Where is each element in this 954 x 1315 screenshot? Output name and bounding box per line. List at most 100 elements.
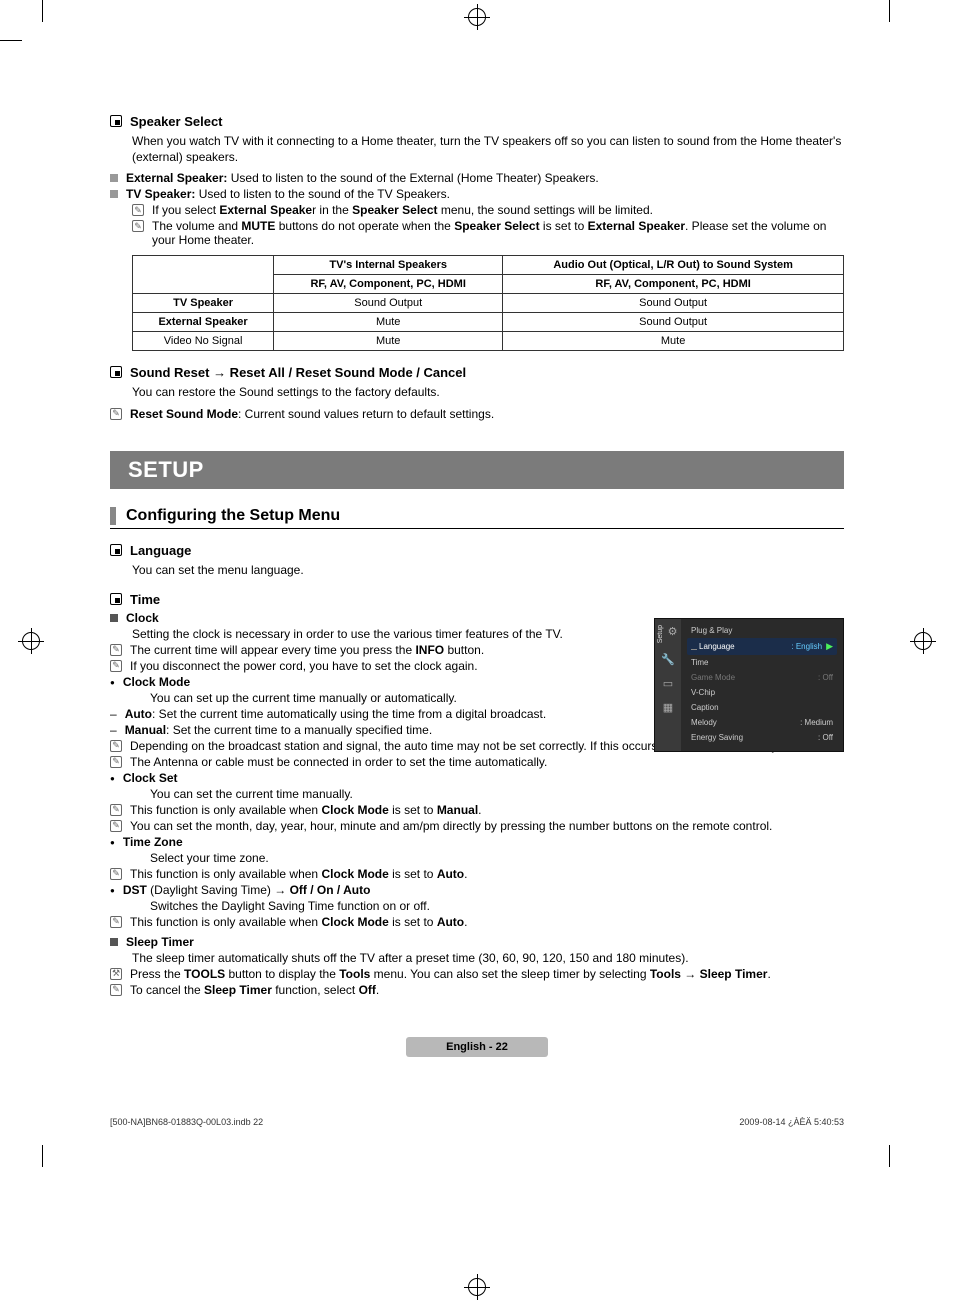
td: Mute xyxy=(274,332,503,351)
note-line: ✎ If you select External Speaker in the … xyxy=(132,203,844,217)
setup-banner: SETUP xyxy=(110,451,844,489)
text: Clock Set xyxy=(123,771,178,785)
title-text: Speaker Select xyxy=(130,114,223,129)
note-icon: ✎ xyxy=(110,984,122,996)
arrow-right-icon: ▶ xyxy=(822,641,833,652)
square-marker-icon xyxy=(110,544,122,556)
note-icon: ✎ xyxy=(132,204,144,216)
heading-sound-reset: Sound Reset → Reset All / Reset Sound Mo… xyxy=(110,365,844,380)
registration-mark-icon xyxy=(468,1278,486,1296)
body-text: You can set the menu language. xyxy=(132,562,612,578)
osd-item-vchip[interactable]: V-Chip xyxy=(687,685,837,700)
text: Manual: Set the current time to a manual… xyxy=(125,723,432,737)
text: This function is only available when Clo… xyxy=(130,803,482,817)
bullet-icon xyxy=(110,174,118,182)
note-line: ✎ This function is only available when C… xyxy=(110,867,844,881)
config-title: Configuring the Setup Menu xyxy=(126,507,340,525)
osd-item-caption[interactable]: Caption xyxy=(687,700,837,715)
osd-setup-panel: Setup ⚙ 🔧 ▭ ▦ Plug & Play Language : Eng… xyxy=(654,618,844,752)
title-text: Time xyxy=(130,592,160,607)
body-text: You can restore the Sound settings to th… xyxy=(132,384,844,400)
td: Sound Output xyxy=(503,294,844,313)
osd-item-energy-saving[interactable]: Energy Saving: Off xyxy=(687,730,837,745)
osd-main: Plug & Play Language : English▶ Time Gam… xyxy=(681,619,843,751)
title-text: Language xyxy=(130,543,191,558)
row-head: Video No Signal xyxy=(133,332,274,351)
text: If you disconnect the power cord, you ha… xyxy=(130,659,478,673)
wrench-icon: 🔧 xyxy=(661,653,675,667)
body-text: Setting the clock is necessary in order … xyxy=(132,627,632,641)
text: Clock Mode xyxy=(123,675,190,689)
row-head: External Speaker xyxy=(133,313,274,332)
osd-item-melody[interactable]: Melody: Medium xyxy=(687,715,837,730)
note-icon: ✎ xyxy=(110,916,122,928)
text: Sleep Timer xyxy=(126,935,194,949)
note-icon: ✎ xyxy=(132,220,144,232)
text: Press the TOOLS button to display the To… xyxy=(130,967,771,981)
note-icon: ✎ xyxy=(110,408,122,420)
square-marker-icon xyxy=(110,115,122,127)
input-icon: ▭ xyxy=(661,677,675,691)
note-line: ✎ This function is only available when C… xyxy=(110,803,844,817)
note-icon: ✎ xyxy=(110,644,122,656)
osd-item-time[interactable]: Time xyxy=(687,655,837,670)
body-text: Select your time zone. xyxy=(150,851,844,865)
td: Sound Output xyxy=(503,313,844,332)
bullet-icon xyxy=(110,938,118,946)
text: If you select External Speaker in the Sp… xyxy=(152,203,653,217)
page-badge: English - 22 xyxy=(406,1037,548,1057)
text: Reset Sound Mode: Current sound values r… xyxy=(130,407,494,421)
bullet-icon xyxy=(110,190,118,198)
note-icon: ✎ xyxy=(110,756,122,768)
note-line: ✎ The Antenna or cable must be connected… xyxy=(110,755,844,769)
meta-right: 2009-08-14 ¿ÀÈÄ 5:40:53 xyxy=(739,1117,844,1127)
note-line: ✎ To cancel the Sleep Timer function, se… xyxy=(110,983,844,997)
body-text: When you watch TV with it connecting to … xyxy=(132,133,844,165)
bottom-meta: [500-NA]BN68-01883Q-00L03.indb 22 2009-0… xyxy=(110,1117,844,1127)
bullet-icon xyxy=(110,614,118,622)
heading-bar-icon xyxy=(110,507,116,525)
text: This function is only available when Clo… xyxy=(130,915,467,929)
th: RF, AV, Component, PC, HDMI xyxy=(503,275,844,294)
note-line: ✎ Reset Sound Mode: Current sound values… xyxy=(110,407,844,421)
note-line: ✎ The volume and MUTE buttons do not ope… xyxy=(132,219,844,247)
text: You can set the month, day, year, hour, … xyxy=(130,819,772,833)
text: DST (Daylight Saving Time) → Off / On / … xyxy=(123,883,371,897)
text: The volume and MUTE buttons do not opera… xyxy=(152,219,844,247)
bullet-dst: DST (Daylight Saving Time) → Off / On / … xyxy=(110,883,844,897)
row-head: TV Speaker xyxy=(133,294,274,313)
heading-time: Time xyxy=(110,592,844,607)
td: Mute xyxy=(274,313,503,332)
text: Auto: Set the current time automatically… xyxy=(125,707,547,721)
osd-item-plug-play[interactable]: Plug & Play xyxy=(687,623,837,638)
osd-item-game-mode[interactable]: Game Mode: Off xyxy=(687,670,837,685)
body-text: The sleep timer automatically shuts off … xyxy=(132,951,844,965)
osd-sidebar: Setup ⚙ 🔧 ▭ ▦ xyxy=(655,619,681,751)
square-marker-icon xyxy=(110,593,122,605)
text: External Speaker: Used to listen to the … xyxy=(126,171,599,185)
td: Mute xyxy=(503,332,844,351)
app-icon: ▦ xyxy=(661,701,675,715)
body-text: Switches the Daylight Saving Time functi… xyxy=(150,899,844,913)
osd-side-label: Setup xyxy=(657,625,664,643)
note-icon: ✎ xyxy=(110,660,122,672)
note-icon: ✎ xyxy=(110,820,122,832)
text: The Antenna or cable must be connected i… xyxy=(130,755,547,769)
list-item: TV Speaker: Used to listen to the sound … xyxy=(110,187,844,201)
text: This function is only available when Clo… xyxy=(130,867,467,881)
note-line: ✎ This function is only available when C… xyxy=(110,915,844,929)
subheading-sleep-timer: Sleep Timer xyxy=(110,935,844,949)
config-heading: Configuring the Setup Menu xyxy=(110,507,844,529)
note-icon: ✎ xyxy=(110,804,122,816)
page-footer: English - 22 xyxy=(110,1037,844,1057)
note-line: ⚒ Press the TOOLS button to display the … xyxy=(110,967,844,981)
text: Clock xyxy=(126,611,159,625)
text: The current time will appear every time … xyxy=(130,643,484,657)
note-line: ✎ You can set the month, day, year, hour… xyxy=(110,819,844,833)
text: To cancel the Sleep Timer function, sele… xyxy=(130,983,379,997)
text: Time Zone xyxy=(123,835,183,849)
square-marker-icon xyxy=(110,366,122,378)
meta-left: [500-NA]BN68-01883Q-00L03.indb 22 xyxy=(110,1117,263,1127)
title-text: Sound Reset → Reset All / Reset Sound Mo… xyxy=(130,365,466,380)
osd-item-language[interactable]: Language : English▶ xyxy=(687,638,837,655)
